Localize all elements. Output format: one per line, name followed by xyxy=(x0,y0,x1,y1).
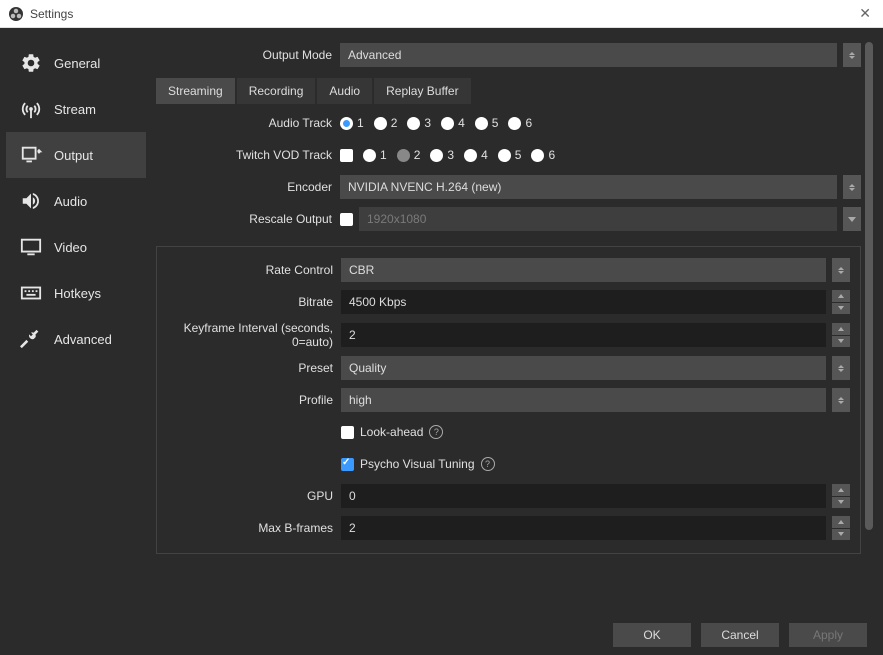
encoder-settings-panel: Rate Control CBR Bitrate 4500 Kbps xyxy=(156,246,861,554)
sidebar-item-output[interactable]: Output xyxy=(6,132,146,178)
close-icon[interactable]: ✕ xyxy=(855,5,875,22)
psycho-checkbox[interactable] xyxy=(341,458,354,471)
audio-track-radio-3[interactable] xyxy=(407,117,420,130)
sidebar: General Stream Output Audio Video xyxy=(6,34,146,609)
dropdown-icon[interactable] xyxy=(843,43,861,67)
gpu-label: GPU xyxy=(157,489,341,503)
audio-track-radio-1[interactable] xyxy=(340,117,353,130)
tools-icon xyxy=(18,328,44,350)
help-icon[interactable]: ? xyxy=(429,425,443,439)
audio-track-radio-5[interactable] xyxy=(475,117,488,130)
help-icon[interactable]: ? xyxy=(481,457,495,471)
sidebar-item-video[interactable]: Video xyxy=(6,224,146,270)
bitrate-input[interactable]: 4500 Kbps xyxy=(341,290,826,314)
cancel-button[interactable]: Cancel xyxy=(701,623,779,647)
dropdown-icon[interactable] xyxy=(832,388,850,412)
dropdown-icon[interactable] xyxy=(832,356,850,380)
profile-label: Profile xyxy=(157,393,341,407)
audio-track-radio-6[interactable] xyxy=(508,117,521,130)
tab-recording[interactable]: Recording xyxy=(237,78,316,104)
preset-label: Preset xyxy=(157,361,341,375)
twitch-vod-enable-checkbox[interactable] xyxy=(340,149,353,162)
preset-select[interactable]: Quality xyxy=(341,356,826,380)
sidebar-item-advanced[interactable]: Advanced xyxy=(6,316,146,362)
apply-button[interactable]: Apply xyxy=(789,623,867,647)
sidebar-item-label: Hotkeys xyxy=(54,286,101,301)
sidebar-item-label: General xyxy=(54,56,100,71)
scrollbar[interactable] xyxy=(865,42,873,601)
max-bframes-label: Max B-frames xyxy=(157,521,341,535)
psycho-label: Psycho Visual Tuning xyxy=(360,457,475,471)
spin-buttons[interactable] xyxy=(832,323,850,347)
content-panel: Output Mode Advanced Streaming Recording… xyxy=(146,34,877,609)
twitch-vod-radio-4[interactable] xyxy=(464,149,477,162)
audio-track-radio-2[interactable] xyxy=(374,117,387,130)
dropdown-icon xyxy=(843,207,861,231)
keyframe-input[interactable]: 2 xyxy=(341,323,826,347)
sidebar-item-stream[interactable]: Stream xyxy=(6,86,146,132)
audio-track-radio-4[interactable] xyxy=(441,117,454,130)
scrollbar-thumb[interactable] xyxy=(865,42,873,530)
rescale-label: Rescale Output xyxy=(156,212,340,226)
client-area: General Stream Output Audio Video xyxy=(0,28,883,655)
gear-icon xyxy=(18,52,44,74)
tab-streaming[interactable]: Streaming xyxy=(156,78,235,104)
tab-audio[interactable]: Audio xyxy=(317,78,372,104)
output-icon xyxy=(18,144,44,166)
twitch-vod-group: 1 2 3 4 5 6 xyxy=(340,148,861,162)
dropdown-icon[interactable] xyxy=(843,175,861,199)
twitch-vod-label: Twitch VOD Track xyxy=(156,148,340,162)
look-ahead-checkbox[interactable] xyxy=(341,426,354,439)
rate-control-select[interactable]: CBR xyxy=(341,258,826,282)
spin-buttons[interactable] xyxy=(832,516,850,540)
twitch-vod-radio-5[interactable] xyxy=(498,149,511,162)
titlebar: Settings ✕ xyxy=(0,0,883,28)
gpu-input[interactable]: 0 xyxy=(341,484,826,508)
broadcast-icon xyxy=(18,98,44,120)
tab-replay-buffer[interactable]: Replay Buffer xyxy=(374,78,471,104)
app-icon xyxy=(8,6,24,22)
profile-select[interactable]: high xyxy=(341,388,826,412)
sidebar-item-label: Stream xyxy=(54,102,96,117)
keyboard-icon xyxy=(18,282,44,304)
max-bframes-input[interactable]: 2 xyxy=(341,516,826,540)
monitor-icon xyxy=(18,236,44,258)
sidebar-item-audio[interactable]: Audio xyxy=(6,178,146,224)
encoder-select[interactable]: NVIDIA NVENC H.264 (new) xyxy=(340,175,837,199)
sidebar-item-label: Video xyxy=(54,240,87,255)
twitch-vod-radio-1[interactable] xyxy=(363,149,376,162)
output-mode-select[interactable]: Advanced xyxy=(340,43,837,67)
spin-buttons[interactable] xyxy=(832,484,850,508)
keyframe-label: Keyframe Interval (seconds, 0=auto) xyxy=(157,321,341,349)
rescale-select: 1920x1080 xyxy=(359,207,837,231)
dialog-footer: OK Cancel Apply xyxy=(0,615,883,655)
bitrate-label: Bitrate xyxy=(157,295,341,309)
sidebar-item-general[interactable]: General xyxy=(6,40,146,86)
settings-window: Settings ✕ General Stream Output xyxy=(0,0,883,655)
twitch-vod-radio-3[interactable] xyxy=(430,149,443,162)
audio-track-group: 1 2 3 4 5 6 xyxy=(340,116,861,130)
speaker-icon xyxy=(18,190,44,212)
encoder-label: Encoder xyxy=(156,180,340,194)
ok-button[interactable]: OK xyxy=(613,623,691,647)
sidebar-item-label: Output xyxy=(54,148,93,163)
spin-buttons[interactable] xyxy=(832,290,850,314)
sidebar-item-label: Audio xyxy=(54,194,87,209)
audio-track-label: Audio Track xyxy=(156,116,340,130)
output-tabs: Streaming Recording Audio Replay Buffer xyxy=(156,78,861,104)
dropdown-icon[interactable] xyxy=(832,258,850,282)
sidebar-item-hotkeys[interactable]: Hotkeys xyxy=(6,270,146,316)
sidebar-item-label: Advanced xyxy=(54,332,112,347)
rescale-checkbox[interactable] xyxy=(340,213,353,226)
look-ahead-label: Look-ahead xyxy=(360,425,423,439)
twitch-vod-radio-6[interactable] xyxy=(531,149,544,162)
rate-control-label: Rate Control xyxy=(157,263,341,277)
output-mode-label: Output Mode xyxy=(156,48,340,62)
window-title: Settings xyxy=(30,7,73,21)
twitch-vod-radio-2[interactable] xyxy=(397,149,410,162)
